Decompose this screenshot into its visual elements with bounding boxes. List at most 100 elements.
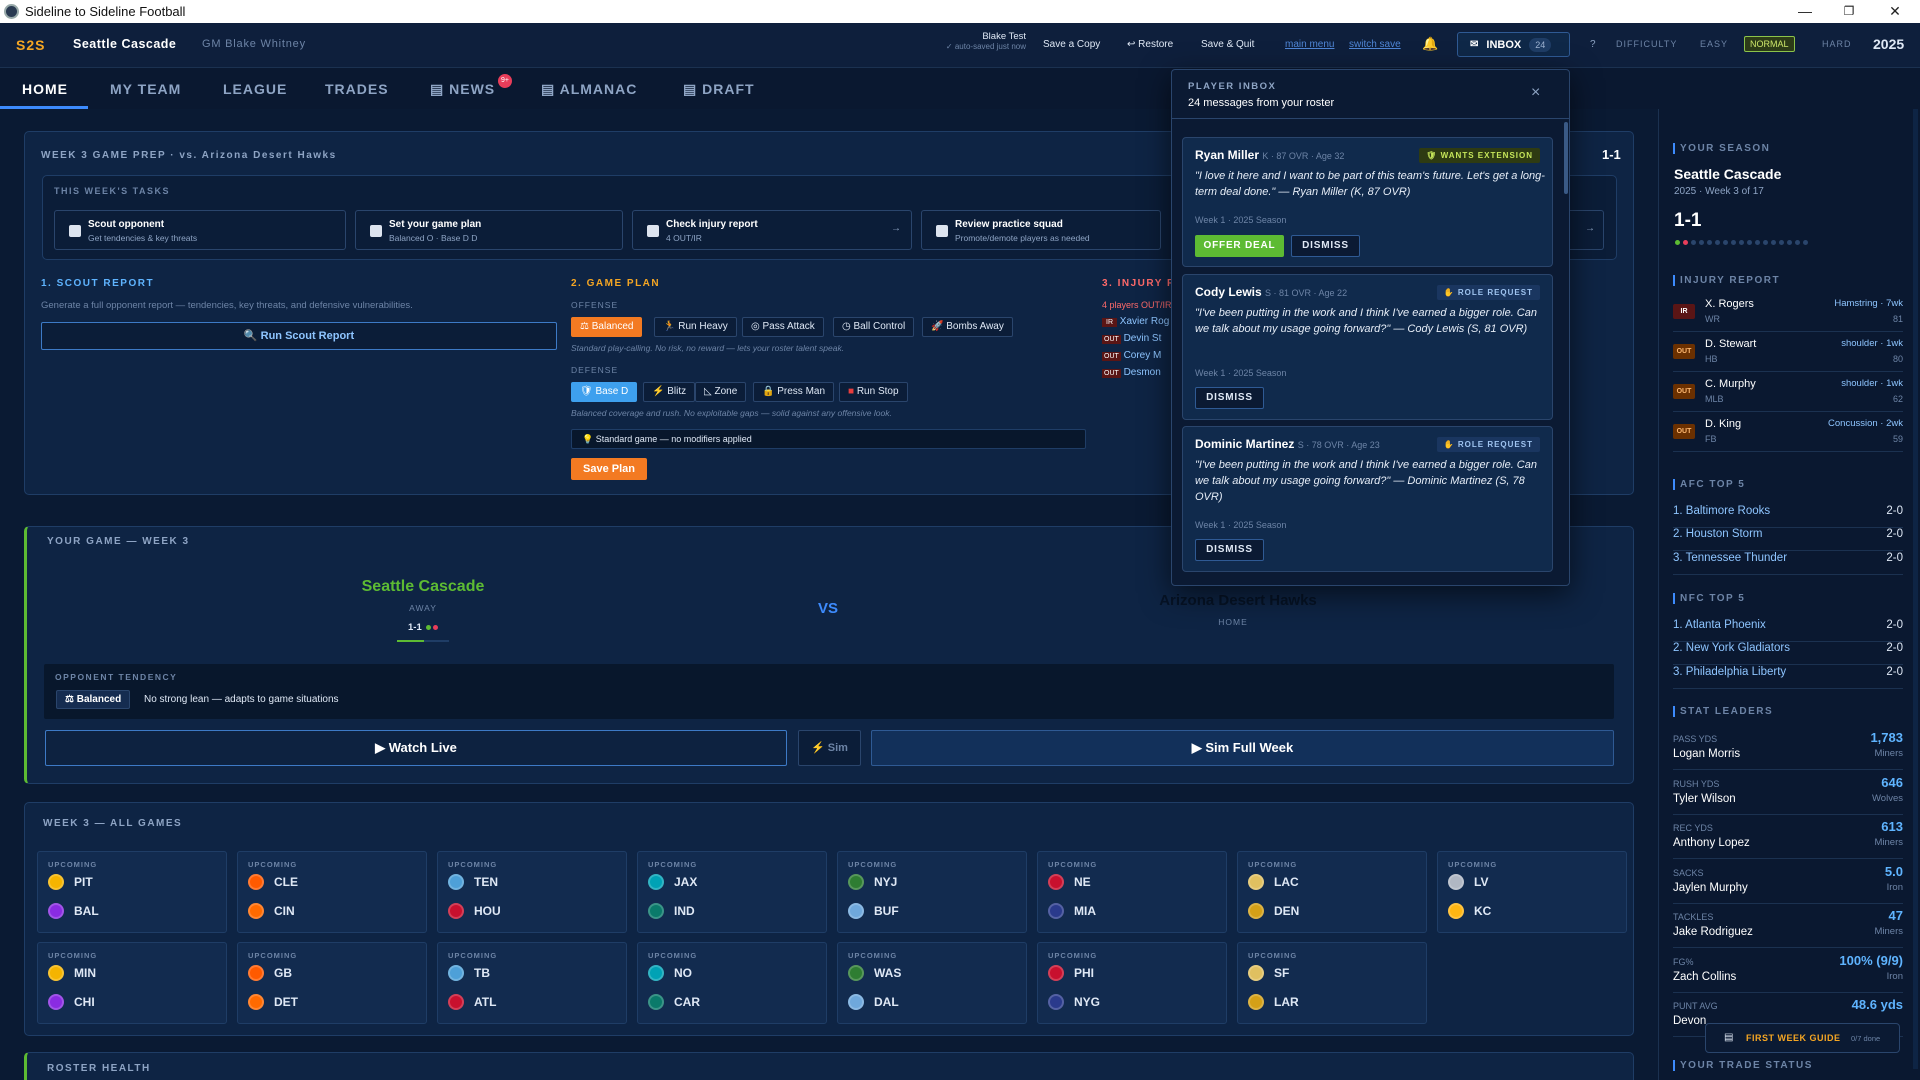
- inbox-scrollbar[interactable]: [1564, 122, 1568, 194]
- sim-button[interactable]: ⚡ Sim: [798, 730, 861, 766]
- game-team[interactable]: SF: [1248, 963, 1418, 983]
- game-team[interactable]: IND: [648, 901, 818, 921]
- game-card[interactable]: UPCOMING NYJ BUF: [837, 851, 1027, 933]
- game-team[interactable]: TB: [448, 963, 618, 983]
- game-card[interactable]: UPCOMING PIT BAL: [37, 851, 227, 933]
- game-team[interactable]: CAR: [648, 992, 818, 1012]
- game-card[interactable]: UPCOMING CLE CIN: [237, 851, 427, 933]
- game-card[interactable]: UPCOMING MIN CHI: [37, 942, 227, 1024]
- game-team[interactable]: NO: [648, 963, 818, 983]
- game-team[interactable]: PIT: [48, 872, 218, 892]
- game-card[interactable]: UPCOMING GB DET: [237, 942, 427, 1024]
- game-card[interactable]: UPCOMING NO CAR: [637, 942, 827, 1024]
- message-sender[interactable]: Ryan Miller K · 87 OVR · Age 32: [1195, 148, 1344, 162]
- offense-bombs-away[interactable]: 🚀 Bombs Away: [922, 317, 1013, 337]
- nfc-rank-2[interactable]: 2. New York Gladiators 2-0: [1673, 642, 1903, 665]
- game-team[interactable]: PHI: [1048, 963, 1218, 983]
- close-window-icon[interactable]: ✕: [1872, 0, 1918, 23]
- game-card[interactable]: UPCOMING TEN HOU: [437, 851, 627, 933]
- game-team[interactable]: BUF: [848, 901, 1018, 921]
- message-sender[interactable]: Cody Lewis S · 81 OVR · Age 22: [1195, 285, 1347, 299]
- restore-button[interactable]: ↩ Restore: [1127, 39, 1173, 50]
- sidebar-injury-row[interactable]: OUT C. Murphy MLB shoulder · 1wk 62: [1673, 376, 1903, 412]
- game-team[interactable]: DEN: [1248, 901, 1418, 921]
- game-team[interactable]: HOU: [448, 901, 618, 921]
- offer-deal-button[interactable]: OFFER DEAL: [1195, 235, 1284, 257]
- task-injury[interactable]: Check injury report 4 OUT/IR →: [632, 210, 912, 250]
- game-team[interactable]: CHI: [48, 992, 218, 1012]
- stat-leader-row[interactable]: TACKLES 47 Jake Rodriguez Miners: [1673, 904, 1903, 948]
- injury-item[interactable]: OUT Desmon: [1102, 367, 1172, 384]
- game-team[interactable]: ATL: [448, 992, 618, 1012]
- offense-run-heavy[interactable]: 🏃 Run Heavy: [654, 317, 737, 337]
- run-scout-button[interactable]: 🔍 Run Scout Report: [41, 322, 557, 350]
- game-team[interactable]: DAL: [848, 992, 1018, 1012]
- switch-save-link[interactable]: switch save: [1349, 39, 1401, 50]
- dismiss-button[interactable]: DISMISS: [1195, 387, 1264, 409]
- tab-league[interactable]: LEAGUE: [223, 81, 287, 97]
- main-menu-link[interactable]: main menu: [1285, 39, 1334, 50]
- nfc-rank-1[interactable]: 1. Atlanta Phoenix 2-0: [1673, 619, 1903, 642]
- task-practice-squad[interactable]: Review practice squad Promote/demote pla…: [921, 210, 1161, 250]
- task-scout[interactable]: Scout opponent Get tendencies & key thre…: [54, 210, 346, 250]
- close-icon[interactable]: ×: [1531, 84, 1540, 102]
- save-plan-button[interactable]: Save Plan: [571, 458, 647, 480]
- minimize-icon[interactable]: —: [1782, 0, 1828, 23]
- stat-leader-row[interactable]: RUSH YDS 646 Tyler Wilson Wolves: [1673, 771, 1903, 815]
- game-card[interactable]: UPCOMING WAS DAL: [837, 942, 1027, 1024]
- difficulty-easy[interactable]: EASY: [1700, 39, 1728, 49]
- watch-live-button[interactable]: ▶ Watch Live: [45, 730, 787, 766]
- stat-leader-row[interactable]: REC YDS 613 Anthony Lopez Miners: [1673, 815, 1903, 859]
- game-team[interactable]: LV: [1448, 872, 1618, 892]
- afc-rank-2[interactable]: 2. Houston Storm 2-0: [1673, 528, 1903, 551]
- task-checkbox[interactable]: [69, 225, 81, 237]
- offense-ball-control[interactable]: ◷ Ball Control: [833, 317, 915, 337]
- injury-item[interactable]: IR Xavier Rog: [1102, 316, 1172, 333]
- sidebar-injury-row[interactable]: IR X. Rogers WR Hamstring · 7wk 81: [1673, 296, 1903, 332]
- tab-my-team[interactable]: MY TEAM: [110, 81, 181, 97]
- game-team[interactable]: NYG: [1048, 992, 1218, 1012]
- game-team[interactable]: JAX: [648, 872, 818, 892]
- game-card[interactable]: UPCOMING LV KC: [1437, 851, 1627, 933]
- game-team[interactable]: CLE: [248, 872, 418, 892]
- game-team[interactable]: KC: [1448, 901, 1618, 921]
- task-checkbox[interactable]: [647, 225, 659, 237]
- defense-zone[interactable]: ◺ Zone: [695, 382, 747, 402]
- game-card[interactable]: UPCOMING LAC DEN: [1237, 851, 1427, 933]
- maximize-icon[interactable]: ❐: [1826, 0, 1872, 23]
- tab-home[interactable]: HOME: [22, 81, 68, 97]
- first-week-guide-button[interactable]: ▤ FIRST WEEK GUIDE 0/7 done: [1705, 1023, 1900, 1053]
- save-quit-button[interactable]: Save & Quit: [1201, 39, 1254, 50]
- task-checkbox[interactable]: [370, 225, 382, 237]
- game-card[interactable]: UPCOMING SF LAR: [1237, 942, 1427, 1024]
- sidebar-injury-row[interactable]: OUT D. King FB Concussion · 2wk 59: [1673, 416, 1903, 452]
- afc-rank-3[interactable]: 3. Tennessee Thunder 2-0: [1673, 552, 1903, 575]
- difficulty-normal[interactable]: NORMAL: [1744, 36, 1795, 52]
- app-logo[interactable]: S2S: [16, 37, 45, 53]
- stat-leader-row[interactable]: SACKS 5.0 Jaylen Murphy Iron: [1673, 860, 1903, 904]
- tab-trades[interactable]: TRADES: [325, 81, 389, 97]
- game-card[interactable]: UPCOMING TB ATL: [437, 942, 627, 1024]
- game-card[interactable]: UPCOMING PHI NYG: [1037, 942, 1227, 1024]
- tab-draft[interactable]: ▤ DRAFT: [683, 81, 755, 98]
- game-team[interactable]: TEN: [448, 872, 618, 892]
- game-team[interactable]: BAL: [48, 901, 218, 921]
- game-card[interactable]: UPCOMING JAX IND: [637, 851, 827, 933]
- help-button[interactable]: ?: [1590, 39, 1596, 50]
- injury-item[interactable]: OUT Devin St: [1102, 333, 1172, 350]
- defense-blitz[interactable]: ⚡ Blitz: [643, 382, 696, 402]
- offense-pass-attack[interactable]: ◎ Pass Attack: [742, 317, 824, 337]
- sim-full-week-button[interactable]: ▶ Sim Full Week: [871, 730, 1614, 766]
- dismiss-button[interactable]: DISMISS: [1195, 539, 1264, 561]
- game-team[interactable]: NYJ: [848, 872, 1018, 892]
- task-game-plan[interactable]: Set your game plan Balanced O · Base D D: [355, 210, 623, 250]
- bell-icon[interactable]: 🔔: [1422, 36, 1438, 52]
- offense-balanced[interactable]: ⚖ Balanced: [571, 317, 643, 337]
- tab-news[interactable]: ▤ NEWS: [430, 81, 495, 98]
- inbox-button[interactable]: ✉ INBOX 24: [1457, 32, 1570, 57]
- stat-leader-row[interactable]: PASS YDS 1,783 Logan Morris Miners: [1673, 726, 1903, 770]
- stat-leader-row[interactable]: FG% 100% (9/9) Zach Collins Iron: [1673, 949, 1903, 993]
- difficulty-hard[interactable]: HARD: [1822, 39, 1852, 49]
- task-checkbox[interactable]: [936, 225, 948, 237]
- game-team[interactable]: LAC: [1248, 872, 1418, 892]
